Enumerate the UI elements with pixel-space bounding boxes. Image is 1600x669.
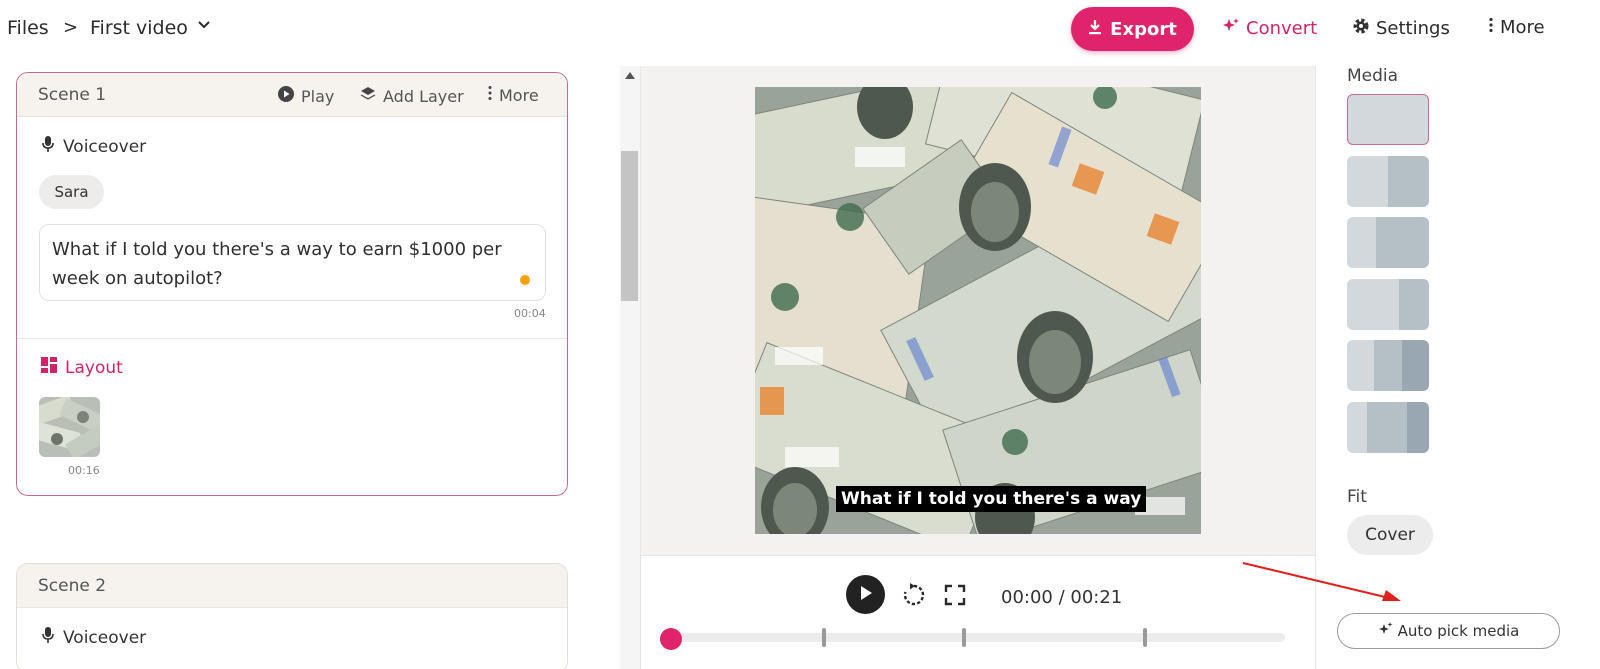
timecode: 00:00 / 00:21 (1001, 587, 1123, 608)
script-text[interactable]: What if I told you there's a way to earn… (52, 239, 502, 289)
play-icon (859, 585, 873, 605)
speaker-chip[interactable]: Sara (39, 175, 104, 209)
layout-section-title[interactable]: Layout (41, 357, 123, 378)
voiceover-label: Voiceover (63, 627, 147, 648)
scene-marker[interactable] (962, 628, 966, 647)
auto-pick-media-button[interactable]: Auto pick media (1337, 613, 1560, 649)
scene-more-button[interactable]: More (487, 85, 539, 105)
more-vertical-icon (1488, 17, 1494, 38)
scroll-up-arrow-icon[interactable] (625, 72, 635, 79)
export-label: Export (1110, 18, 1177, 40)
voiceover-section-title: Voiceover (41, 626, 146, 649)
breadcrumb-files[interactable]: Files (7, 17, 49, 39)
more-menu-button[interactable]: More (1488, 17, 1545, 38)
play-circle-icon (277, 85, 295, 107)
play-label: Play (301, 86, 335, 106)
scene-title: Scene 2 (38, 576, 107, 596)
sparkle-icon (1378, 621, 1394, 641)
layout-option-split-left-narrow[interactable] (1347, 217, 1429, 268)
preview-caption: What if I told you there's a way (836, 486, 1147, 512)
media-duration: 00:16 (68, 464, 100, 477)
convert-label: Convert (1246, 18, 1318, 39)
layout-option-full[interactable] (1347, 94, 1429, 145)
layers-icon (359, 85, 377, 107)
layout-label: Layout (65, 357, 123, 378)
breadcrumb-separator: > (63, 17, 79, 38)
scene-marker[interactable] (1143, 628, 1147, 647)
scene-card[interactable]: Scene 2 Voiceover (16, 563, 568, 669)
annotation-arrow-icon (1242, 562, 1401, 601)
voiceover-section-title: Voiceover (41, 135, 146, 158)
add-layer-button[interactable]: Add Layer (359, 85, 464, 107)
sparkle-icon (1222, 17, 1240, 40)
more-label: More (1500, 17, 1545, 38)
timeline-track[interactable] (663, 633, 1285, 642)
replay-button[interactable] (901, 582, 927, 608)
replay-icon (901, 583, 927, 612)
layout-grid-icon (41, 357, 57, 378)
gear-icon (1352, 17, 1370, 40)
microphone-icon (41, 626, 55, 649)
scene-title: Scene 1 (38, 85, 107, 105)
file-name[interactable]: First video (90, 17, 188, 39)
scene-header: Scene 1 Play Add Layer More (17, 73, 567, 117)
scene-header: Scene 2 (17, 564, 567, 608)
microphone-icon (41, 135, 55, 158)
settings-button[interactable]: Settings (1352, 17, 1450, 40)
script-textbox[interactable]: What if I told you there's a way to earn… (39, 224, 546, 301)
layout-option-split-half[interactable] (1347, 156, 1429, 207)
preview-image[interactable] (755, 87, 1201, 534)
scene-more-label: More (499, 85, 539, 105)
convert-button[interactable]: Convert (1222, 17, 1317, 40)
scene-marker[interactable] (822, 628, 826, 647)
top-bar: Files > First video Export Convert Setti… (0, 0, 1600, 60)
layout-option-three-equal[interactable] (1347, 340, 1429, 391)
controls-divider (641, 555, 1315, 556)
script-duration: 00:04 (514, 307, 546, 320)
fit-cover-button[interactable]: Cover (1347, 515, 1433, 555)
add-layer-label: Add Layer (383, 86, 464, 106)
export-button[interactable]: Export (1071, 7, 1194, 51)
layout-option-split-right-narrow[interactable] (1347, 279, 1429, 330)
scene-card[interactable]: Scene 1 Play Add Layer More Voiceover Sa… (16, 72, 568, 496)
status-dot (520, 275, 530, 285)
more-vertical-icon (487, 85, 493, 105)
scene-play-button[interactable]: Play (277, 85, 334, 107)
chevron-down-icon[interactable] (198, 19, 210, 34)
layout-option-three-center-wide[interactable] (1347, 402, 1429, 453)
media-section-label: Media (1347, 66, 1399, 86)
auto-pick-label: Auto pick media (1397, 622, 1520, 640)
fullscreen-button[interactable] (944, 584, 966, 606)
play-button[interactable] (846, 575, 885, 614)
download-icon (1088, 19, 1102, 40)
section-divider (17, 338, 567, 339)
fullscreen-icon (944, 584, 966, 610)
playhead-handle[interactable] (660, 628, 682, 650)
fit-section-label: Fit (1347, 487, 1367, 507)
scrollbar-thumb[interactable] (621, 151, 638, 301)
settings-label: Settings (1376, 18, 1450, 39)
voiceover-label: Voiceover (63, 136, 147, 157)
media-thumbnail[interactable] (39, 397, 100, 457)
